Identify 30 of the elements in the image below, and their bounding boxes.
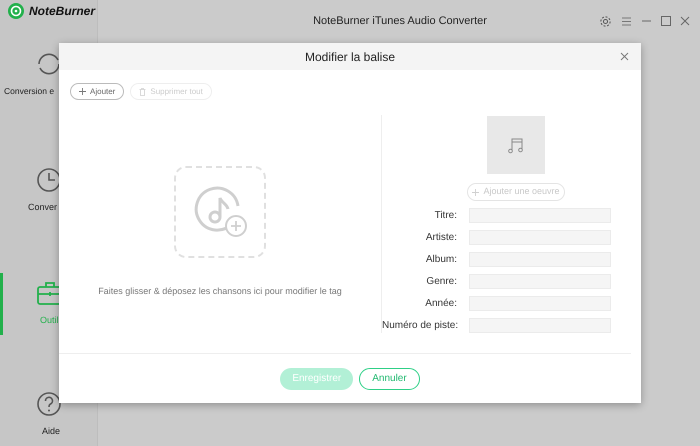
window-title: NoteBurner iTunes Audio Converter (312, 14, 488, 29)
app-logo-text: NoteBurner (29, 2, 96, 20)
field-label: Album: (424, 253, 457, 267)
logo-icon (8, 2, 24, 18)
sidebar-item[interactable]: Aide (0, 384, 97, 446)
drop-zone[interactable] (174, 166, 266, 258)
clock-icon (36, 167, 62, 194)
drop-hint-text: Faites glisser & déposez les chansons ici pour modifier le tag (98, 285, 342, 298)
plus-icon (79, 88, 86, 95)
refresh-icon (36, 50, 62, 77)
help-icon (36, 391, 62, 418)
music-note-icon (507, 136, 525, 154)
sidebar-item[interactable]: Conver (0, 160, 97, 222)
trash-icon (139, 88, 146, 96)
field-label: Artiste: (424, 231, 457, 245)
menu-icon[interactable] (621, 16, 632, 26)
dialog-title: Modifier la balise (304, 48, 396, 66)
cancel-button[interactable]: Annuler (359, 368, 420, 390)
add-button[interactable]: Ajouter (70, 83, 124, 100)
minimize-icon[interactable] (641, 20, 652, 22)
music-add-icon (192, 184, 248, 240)
settings-icon[interactable] (599, 14, 612, 28)
close-icon[interactable] (620, 52, 629, 61)
maximize-icon[interactable] (661, 16, 671, 26)
field-label: Genre: (425, 275, 457, 289)
plus-icon (472, 188, 480, 196)
field-label: Numéro de piste: (382, 319, 457, 333)
close-icon[interactable] (680, 16, 690, 26)
field-label: Année: (424, 297, 457, 311)
field-label: Titre: (434, 209, 457, 223)
